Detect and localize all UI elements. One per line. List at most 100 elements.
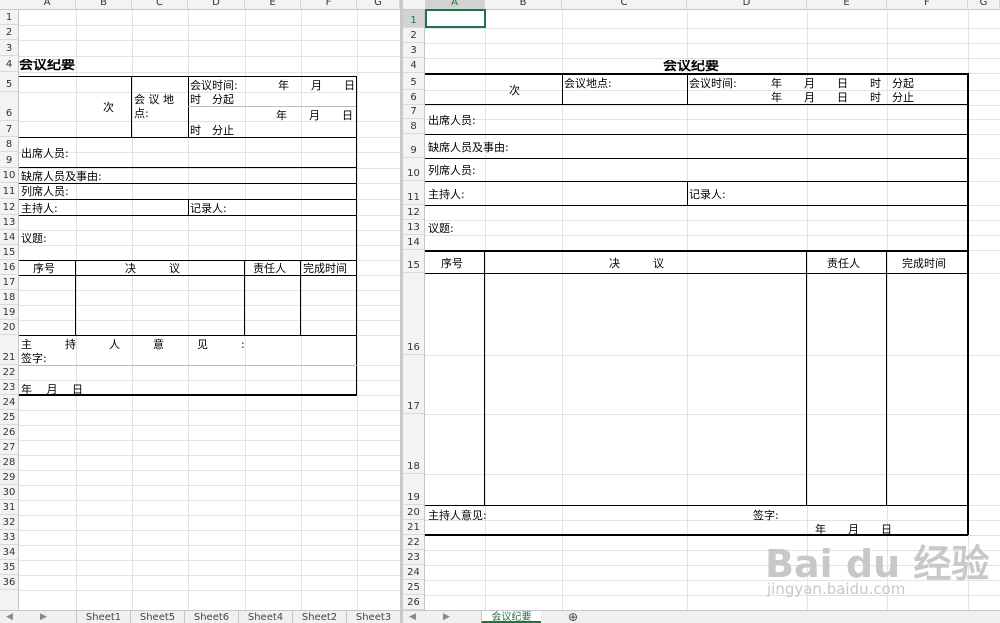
end-time: 时 分止 <box>190 124 234 137</box>
row-header-12[interactable]: 12 <box>403 205 424 220</box>
start-date: 年 月 日 <box>278 79 355 92</box>
row-header-19[interactable]: 19 <box>0 305 18 320</box>
tab-scroll-right-icon[interactable]: ▶ <box>40 612 47 622</box>
sheet-tab-sheet4[interactable]: Sheet4 <box>238 611 292 623</box>
row-header-35[interactable]: 35 <box>0 560 18 575</box>
sheet-tab-sheet1[interactable]: Sheet1 <box>76 611 130 623</box>
row-header-11[interactable]: 11 <box>0 183 18 199</box>
column-header-d[interactable]: D <box>687 0 807 10</box>
row-header-24[interactable]: 24 <box>403 565 424 580</box>
row-header-15[interactable]: 15 <box>403 250 424 273</box>
row-header-12[interactable]: 12 <box>0 199 18 215</box>
row-header-2[interactable]: 2 <box>0 25 18 40</box>
row-header-24[interactable]: 24 <box>0 395 18 410</box>
row-header-9[interactable]: 9 <box>403 134 424 158</box>
row-header-31[interactable]: 31 <box>0 500 18 515</box>
row-header-4[interactable]: 4 <box>0 56 18 72</box>
column-header-d[interactable]: D <box>188 0 245 10</box>
row-header-3[interactable]: 3 <box>0 40 18 56</box>
form-title: 会议纪要 <box>19 59 75 72</box>
sheet-tab-sheet6[interactable]: Sheet6 <box>184 611 238 623</box>
column-header-e[interactable]: E <box>245 0 301 10</box>
opinion-label: 主持人意见: <box>428 509 487 522</box>
column-header-f[interactable]: F <box>887 0 968 10</box>
tab-scroll-left-icon[interactable]: ◀ <box>409 612 416 622</box>
row-header-17[interactable]: 17 <box>403 355 424 414</box>
row-header-25[interactable]: 25 <box>0 410 18 425</box>
row-header-29[interactable]: 29 <box>0 470 18 485</box>
opinion-label: 主 持 人 意 见 : <box>21 338 245 351</box>
col-no-header: 序号 <box>441 257 463 270</box>
column-header-f[interactable]: F <box>301 0 357 10</box>
tab-scroll-right-icon[interactable]: ▶ <box>443 612 450 622</box>
row-header-23[interactable]: 23 <box>0 380 18 395</box>
column-header-c[interactable]: C <box>132 0 188 10</box>
row-header-16[interactable]: 16 <box>0 260 18 275</box>
row-header-3[interactable]: 3 <box>403 43 424 58</box>
column-header-e[interactable]: E <box>807 0 887 10</box>
row-header-8[interactable]: 8 <box>0 137 18 152</box>
row-header-14[interactable]: 14 <box>403 235 424 250</box>
row-header-36[interactable]: 36 <box>0 575 18 590</box>
row-header-21[interactable]: 21 <box>0 335 18 365</box>
row-header-26[interactable]: 26 <box>0 425 18 440</box>
sheet-tab-meeting-minutes[interactable]: 会议纪要 <box>481 611 541 623</box>
row-header-20[interactable]: 20 <box>0 320 18 335</box>
row-header-22[interactable]: 22 <box>0 365 18 380</box>
column-header-c[interactable]: C <box>562 0 687 10</box>
tab-scroll-left-icon[interactable]: ◀ <box>6 612 13 622</box>
row-header-10[interactable]: 10 <box>403 158 424 181</box>
row-header-7[interactable]: 7 <box>0 121 18 137</box>
row-header-bar: 1 2 3 4 5 6 7 8 9 10 11 12 13 14 15 16 17 18 19 20 21 22 23 24 2… <box>0 10 19 623</box>
row-header-34[interactable]: 34 <box>0 545 18 560</box>
row-header-23[interactable]: 23 <box>403 550 424 565</box>
row-header-13[interactable]: 13 <box>0 215 18 230</box>
row-header-9[interactable]: 9 <box>0 152 18 168</box>
row-header-11[interactable]: 11 <box>403 181 424 205</box>
row-header-10[interactable]: 10 <box>0 168 18 183</box>
row-header-32[interactable]: 32 <box>0 515 18 530</box>
row-header-8[interactable]: 8 <box>403 119 424 134</box>
row-header-27[interactable]: 27 <box>0 440 18 455</box>
row-header-5[interactable]: 5 <box>0 72 18 92</box>
row-header-2[interactable]: 2 <box>403 28 424 43</box>
row-header-4[interactable]: 4 <box>403 58 424 73</box>
row-header-18[interactable]: 18 <box>0 290 18 305</box>
sheet-tab-sheet5[interactable]: Sheet5 <box>130 611 184 623</box>
time-label: 会议时间: <box>190 79 238 92</box>
row-header-1[interactable]: 1 <box>403 10 424 28</box>
row-header-17[interactable]: 17 <box>0 275 18 290</box>
row-header-16[interactable]: 16 <box>403 273 424 355</box>
column-header-a[interactable]: A <box>19 0 76 10</box>
row-header-20[interactable]: 20 <box>403 505 424 520</box>
row-header-22[interactable]: 22 <box>403 535 424 550</box>
row-header-5[interactable]: 5 <box>403 73 424 90</box>
row-header-6[interactable]: 6 <box>0 92 18 121</box>
row-header-21[interactable]: 21 <box>403 520 424 535</box>
row-header-19[interactable]: 19 <box>403 474 424 505</box>
add-sheet-icon[interactable]: ⊕ <box>561 611 585 623</box>
row-header-26[interactable]: 26 <box>403 595 424 610</box>
column-header-b[interactable]: B <box>485 0 562 10</box>
row-header-30[interactable]: 30 <box>0 485 18 500</box>
active-cell-a1[interactable] <box>425 9 486 28</box>
column-header-g[interactable]: G <box>357 0 400 10</box>
row-header-18[interactable]: 18 <box>403 414 424 474</box>
sheet-tab-bar: ◀ ▶ 会议纪要 ⊕ <box>403 610 1000 623</box>
column-header-b[interactable]: B <box>76 0 132 10</box>
column-header-bar: A B C D E F G <box>0 0 400 10</box>
sheet-tab-sheet2[interactable]: Sheet2 <box>292 611 346 623</box>
row-header-15[interactable]: 15 <box>0 245 18 260</box>
row-header-1[interactable]: 1 <box>0 10 18 25</box>
row-header-7[interactable]: 7 <box>403 105 424 119</box>
column-header-g[interactable]: G <box>968 0 1000 10</box>
row-header-28[interactable]: 28 <box>0 455 18 470</box>
row-header-6[interactable]: 6 <box>403 90 424 105</box>
col-deadline-header: 完成时间 <box>902 257 946 270</box>
sheet-tab-sheet3[interactable]: Sheet3 <box>346 611 400 623</box>
row-header-14[interactable]: 14 <box>0 230 18 245</box>
row-header-33[interactable]: 33 <box>0 530 18 545</box>
row-header-25[interactable]: 25 <box>403 580 424 595</box>
row-header-13[interactable]: 13 <box>403 220 424 235</box>
session-label: 次 <box>103 101 114 114</box>
